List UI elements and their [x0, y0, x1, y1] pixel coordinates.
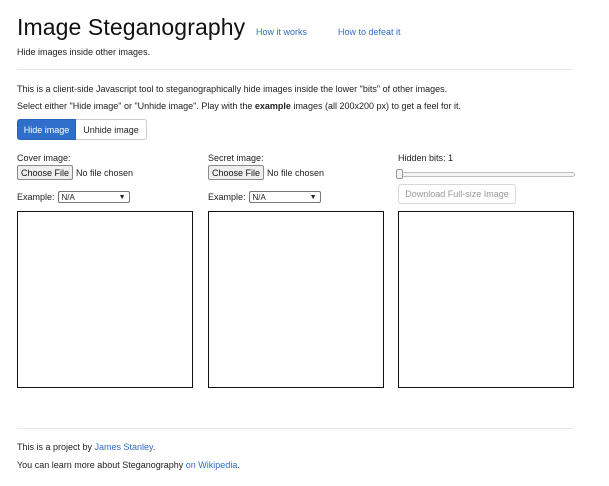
secret-file-input: Choose File No file chosen — [208, 165, 324, 180]
page-subtitle: Hide images inside other images. — [17, 47, 151, 57]
hidden-bits-label: Hidden bits: 1 — [398, 153, 454, 163]
author-link[interactable]: James Stanley — [95, 442, 153, 452]
hidden-bits-slider-handle[interactable] — [396, 169, 403, 179]
secret-choose-file-button[interactable]: Choose File — [208, 165, 265, 180]
hide-image-button[interactable]: Hide image — [17, 119, 76, 140]
cover-image-label: Cover image: — [17, 153, 71, 163]
wikipedia-link[interactable]: on Wikipedia — [186, 460, 238, 470]
intro-description: This is a client-side Javascript tool to… — [17, 84, 448, 94]
cover-file-input: Choose File No file chosen — [17, 165, 133, 180]
secret-example-row: Example: N/A ▼ — [208, 191, 321, 203]
page-title: Image Steganography — [17, 14, 246, 40]
chevron-down-icon: ▼ — [118, 193, 126, 201]
footer-learn-more: You can learn more about Steganography o… — [17, 460, 240, 470]
download-full-size-button[interactable]: Download Full-size Image — [398, 184, 516, 204]
footer-learn-more-period: . — [237, 460, 240, 470]
cover-example-select[interactable]: N/A ▼ — [57, 191, 130, 203]
footer-learn-more-text: You can learn more about Steganography — [17, 460, 186, 470]
secret-example-value: N/A — [252, 192, 266, 202]
output-image-canvas — [398, 211, 574, 388]
footer-credit-period: . — [152, 442, 156, 452]
chevron-down-icon: ▼ — [309, 193, 317, 201]
secret-image-label: Secret image: — [208, 153, 264, 163]
secret-file-status: No file chosen — [267, 167, 325, 178]
header-divider — [17, 69, 573, 70]
intro-instructions-text: Select either "Hide image" or "Unhide im… — [17, 101, 255, 111]
secret-example-select[interactable]: N/A ▼ — [248, 191, 321, 203]
cover-example-label: Example: — [17, 192, 55, 202]
secret-image-canvas — [208, 211, 384, 388]
cover-choose-file-button[interactable]: Choose File — [17, 165, 74, 180]
mode-button-group: Hide image Unhide image — [17, 119, 147, 140]
hidden-bits-slider[interactable] — [398, 172, 575, 177]
secret-example-label: Example: — [208, 192, 246, 202]
cover-image-canvas — [17, 211, 193, 388]
unhide-image-button[interactable]: Unhide image — [76, 119, 147, 140]
cover-example-row: Example: N/A ▼ — [17, 191, 130, 203]
nav-link-how-to-defeat-it[interactable]: How to defeat it — [338, 27, 401, 37]
cover-example-value: N/A — [61, 192, 75, 202]
footer-credit: This is a project by James Stanley. — [17, 442, 155, 452]
footer-credit-text: This is a project by — [17, 442, 95, 452]
intro-instructions-text-end: images (all 200x200 px) to get a feel fo… — [290, 101, 462, 111]
footer-divider — [17, 428, 573, 429]
nav-link-how-it-works[interactable]: How it works — [256, 27, 307, 37]
intro-instructions: Select either "Hide image" or "Unhide im… — [17, 101, 461, 111]
intro-example-emphasis: example — [254, 101, 291, 111]
cover-file-status: No file chosen — [76, 167, 134, 178]
